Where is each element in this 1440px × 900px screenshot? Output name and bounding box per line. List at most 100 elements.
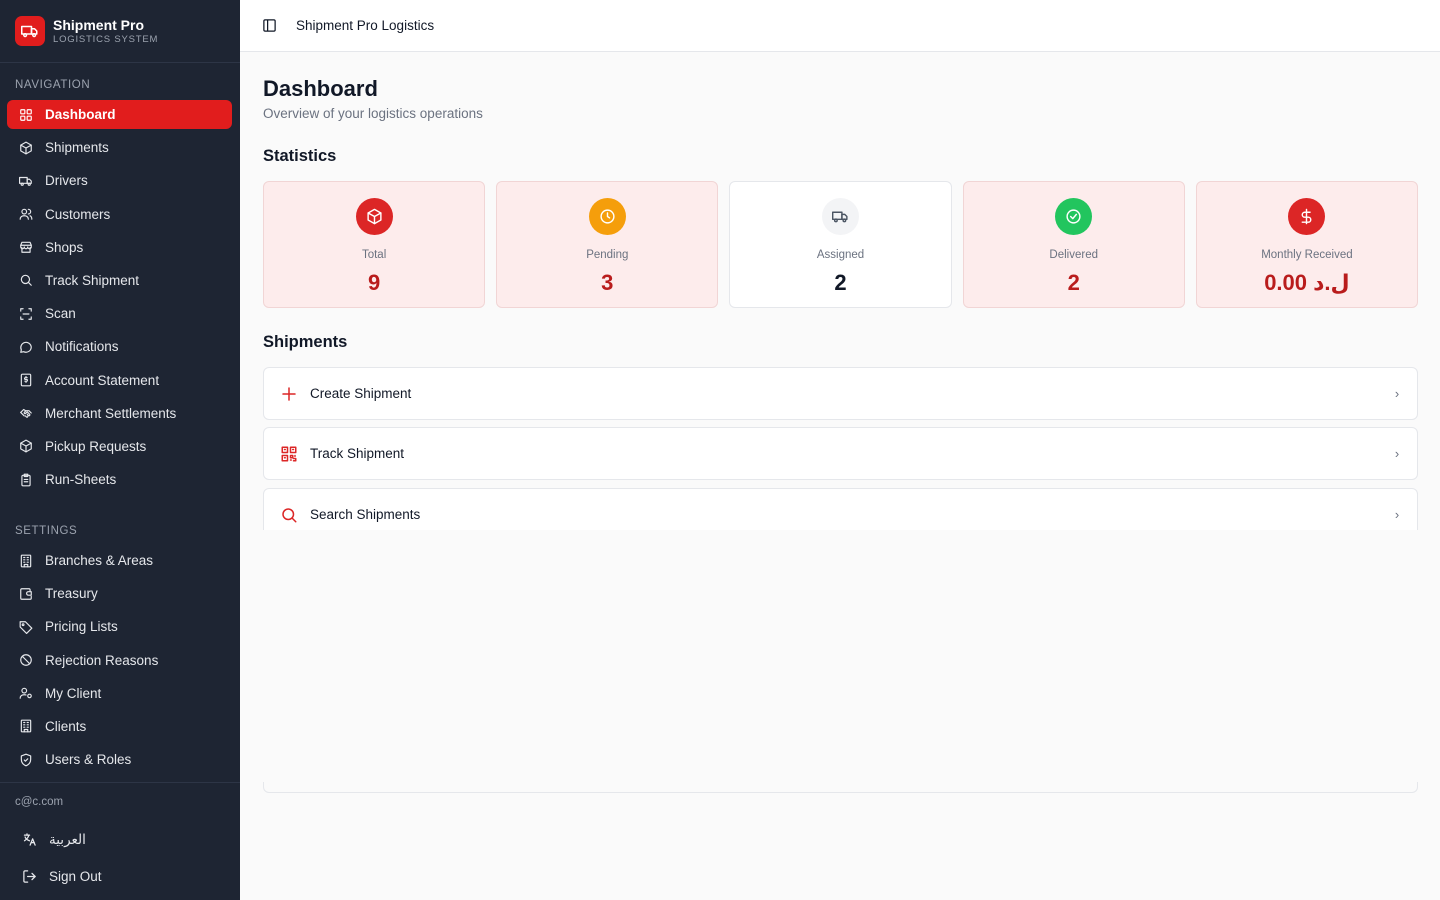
sidebar-item-label: Pricing Lists — [45, 619, 118, 635]
sidebar-item-label: Customers — [45, 206, 111, 222]
sidebar-item-branches-areas[interactable]: Branches & Areas — [7, 546, 232, 575]
language-toggle-button[interactable]: العربية — [0, 821, 240, 858]
stat-card-monthly-received: Monthly Received 0.00 ل.د — [1195, 181, 1419, 308]
sidebar-item-customers[interactable]: Customers — [7, 200, 232, 229]
stat-value: 2 — [834, 270, 847, 295]
package-icon — [355, 198, 393, 235]
sidebar-item-label: Run-Sheets — [45, 472, 117, 488]
scan-icon — [19, 307, 33, 321]
qr-code-icon — [280, 445, 298, 463]
topbar-title: Shipment Pro Logistics — [296, 18, 435, 33]
sidebar-item-run-sheets[interactable]: Run-Sheets — [7, 465, 232, 494]
stat-value: 2 — [1067, 270, 1080, 295]
sidebar-item-pickup-requests[interactable]: Pickup Requests — [7, 432, 232, 461]
sidebar-item-label: Account Statement — [45, 372, 160, 388]
sidebar-item-label: Branches & Areas — [45, 553, 154, 568]
sidebar-item-users-roles[interactable]: Users & Roles — [7, 745, 232, 774]
wallet-icon — [19, 587, 33, 601]
sidebar-item-label: Notifications — [45, 339, 119, 355]
sidebar-item-shops[interactable]: Shops — [7, 233, 232, 262]
sidebar-item-label: Drivers — [45, 173, 88, 189]
sidebar-item-dashboard[interactable]: Dashboard — [7, 100, 232, 129]
sidebar-item-label: Shops — [45, 239, 84, 255]
stat-card-assigned: Assigned 2 — [729, 181, 952, 308]
store-icon — [19, 240, 33, 254]
sign-out-button[interactable]: Sign Out — [0, 858, 240, 895]
sidebar-item-drivers[interactable]: Drivers — [7, 166, 232, 195]
sidebar-item-label: Users & Roles — [45, 752, 132, 768]
sidebar-item-clients[interactable]: Clients — [7, 712, 232, 741]
create-shipment-button[interactable]: Create Shipment › — [263, 367, 1418, 420]
track-shipment-button[interactable]: Track Shipment › — [263, 427, 1418, 480]
brand[interactable]: Shipment Pro LOGISTICS SYSTEM — [0, 0, 240, 63]
sidebar-item-label: Treasury — [45, 586, 98, 602]
languages-icon — [22, 832, 37, 847]
grid-icon — [19, 108, 33, 122]
shipments-heading: Shipments — [263, 333, 348, 351]
sidebar-item-pricing-lists[interactable]: Pricing Lists — [7, 612, 232, 641]
sidebar-item-label: Rejection Reasons — [45, 652, 159, 668]
navigation-list: Dashboard Shipments Drivers Customers Sh… — [7, 100, 232, 498]
sidebar-toggle-button[interactable] — [261, 18, 277, 34]
package-icon — [19, 141, 33, 155]
sidebar-item-track-shipment[interactable]: Track Shipment — [7, 266, 232, 295]
action-label: Create Shipment — [310, 386, 412, 401]
building-icon — [19, 719, 33, 733]
sidebar-item-notifications[interactable]: Notifications — [7, 332, 232, 361]
sidebar-item-my-client[interactable]: My Client — [7, 679, 232, 708]
check-circle-icon — [1055, 198, 1093, 235]
package-icon — [19, 439, 33, 453]
building-icon — [19, 554, 33, 568]
ban-icon — [19, 653, 33, 667]
brand-name: Shipment Pro — [53, 16, 145, 33]
action-label: Track Shipment — [310, 446, 405, 461]
stat-card-total: Total 9 — [263, 181, 486, 308]
stat-value: 0.00 ل.د — [1264, 270, 1350, 295]
stat-label: Assigned — [816, 249, 865, 261]
truck-icon — [822, 198, 859, 235]
stat-label: Total — [361, 249, 387, 261]
sidebar-footer: c@c.com العربية Sign Out — [0, 782, 240, 895]
sidebar-item-account-statement[interactable]: Account Statement — [7, 366, 232, 395]
handshake-icon — [19, 406, 33, 420]
sidebar-item-label: Merchant Settlements — [45, 405, 177, 421]
stat-card-pending: Pending 3 — [496, 181, 719, 308]
sidebar-item-rejection-reasons[interactable]: Rejection Reasons — [7, 646, 232, 675]
user-cog-icon — [19, 686, 33, 700]
stat-card-delivered: Delivered 2 — [962, 181, 1185, 308]
card-bottom-edge — [263, 782, 1418, 793]
search-shipments-button[interactable]: Search Shipments › — [263, 488, 1418, 530]
clipboard-icon — [19, 473, 33, 487]
shipment-actions: Create Shipment › Track Shipment › Searc… — [263, 367, 1418, 793]
stat-value: 9 — [367, 270, 381, 295]
page-subtitle: Overview of your logistics operations — [263, 106, 483, 121]
sidebar-item-shipments[interactable]: Shipments — [7, 133, 232, 162]
plus-icon — [280, 385, 298, 403]
truck-icon — [15, 16, 45, 46]
sidebar-item-merchant-settlements[interactable]: Merchant Settlements — [7, 399, 232, 428]
user-email: c@c.com — [15, 796, 64, 808]
navigation-section-label: NAVIGATION — [15, 79, 91, 91]
action-label: Search Shipments — [310, 507, 421, 522]
sidebar-item-treasury[interactable]: Treasury — [7, 579, 232, 608]
log-out-icon — [22, 869, 37, 884]
topbar: Shipment Pro Logistics — [240, 0, 1440, 52]
panel-left-icon — [262, 19, 276, 32]
sidebar-item-label: Track Shipment — [45, 272, 140, 288]
page-title: Dashboard — [263, 76, 378, 101]
chevron-right-icon: › — [1394, 386, 1400, 401]
stat-value: 3 — [601, 270, 614, 295]
brand-subtitle: LOGISTICS SYSTEM — [53, 33, 159, 45]
language-label: العربية — [49, 831, 86, 847]
sign-out-label: Sign Out — [49, 869, 102, 884]
truck-icon — [19, 174, 33, 188]
message-icon — [19, 340, 33, 354]
tag-icon — [19, 620, 33, 634]
sidebar-item-scan[interactable]: Scan — [7, 299, 232, 328]
sidebar-item-label: Pickup Requests — [45, 438, 147, 454]
chevron-right-icon: › — [1394, 507, 1400, 522]
shield-icon — [19, 753, 33, 767]
settings-list: Branches & Areas Treasury Pricing Lists … — [7, 546, 232, 778]
statistics-cards: Total 9 Pending 3 Assigned 2 Delivered 2… — [263, 181, 1419, 308]
sidebar-item-label: My Client — [45, 685, 102, 701]
